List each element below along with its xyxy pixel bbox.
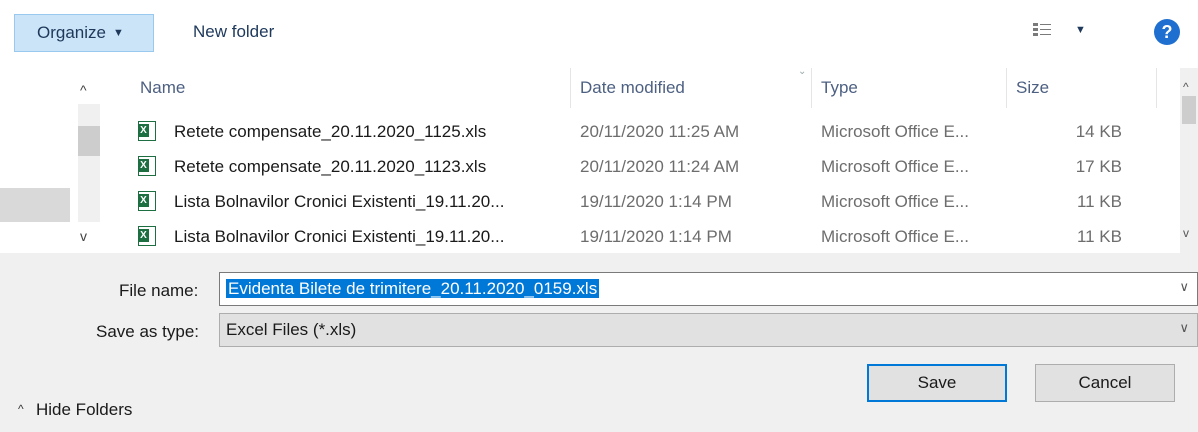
column-type[interactable]: Type — [821, 78, 858, 98]
caret-down-icon: ▼ — [112, 27, 124, 39]
file-name-value: Evidenta Bilete de trimitere_20.11.2020_… — [226, 279, 600, 298]
excel-file-icon — [138, 191, 156, 211]
save-type-label: Save as type: — [96, 322, 200, 341]
organize-label: Organize — [37, 23, 106, 42]
file-size: 11 KB — [1076, 227, 1122, 246]
scroll-up-icon[interactable]: ^ — [1183, 80, 1189, 94]
help-icon[interactable]: ? — [1154, 19, 1180, 45]
file-list-header: Name ⌄ Date modified Type Size — [108, 66, 1178, 108]
excel-file-icon — [138, 226, 156, 246]
nav-scroll-track[interactable] — [78, 104, 100, 222]
cancel-button[interactable]: Cancel — [1035, 364, 1175, 402]
file-date: 20/11/2020 11:25 AM — [580, 122, 740, 141]
file-type: Microsoft Office E... — [821, 122, 970, 141]
view-options-icon[interactable] — [1033, 22, 1051, 38]
chevron-down-icon[interactable]: ∨ — [1179, 320, 1189, 336]
file-date: 19/11/2020 1:14 PM — [580, 227, 732, 246]
nav-selected-item[interactable] — [0, 188, 70, 222]
file-date: 20/11/2020 11:24 AM — [580, 157, 740, 176]
chevron-down-icon[interactable]: v — [80, 228, 87, 244]
toolbar: Organize ▼ New folder ▼ ? — [0, 0, 1198, 68]
scroll-thumb[interactable] — [1182, 96, 1196, 124]
save-type-value: Excel Files (*.xls) — [226, 320, 357, 339]
file-name: Lista Bolnavilor Cronici Existenti_19.11… — [174, 192, 505, 211]
file-type: Microsoft Office E... — [821, 157, 970, 176]
column-date-modified[interactable]: Date modified — [580, 78, 685, 98]
new-folder-button[interactable]: New folder — [193, 22, 274, 42]
column-divider[interactable] — [570, 68, 571, 108]
file-row[interactable]: Lista Bolnavilor Cronici Existenti_19.11… — [108, 187, 1178, 217]
file-name-label: File name: — [119, 281, 199, 300]
save-type-select[interactable]: Excel Files (*.xls) ∨ — [219, 313, 1198, 347]
file-name: Retete compensate_20.11.2020_1125.xls — [174, 122, 487, 141]
file-size: 17 KB — [1075, 157, 1122, 176]
column-divider[interactable] — [1006, 68, 1007, 108]
cancel-button-label: Cancel — [1078, 373, 1132, 392]
save-button-label: Save — [917, 373, 957, 392]
organize-button[interactable]: Organize ▼ — [14, 14, 154, 52]
file-name: Retete compensate_20.11.2020_1123.xls — [174, 157, 487, 176]
file-row[interactable]: Lista Bolnavilor Cronici Existenti_19.11… — [108, 222, 1178, 252]
file-date: 19/11/2020 1:14 PM — [580, 192, 732, 211]
file-size: 14 KB — [1075, 122, 1122, 141]
save-button[interactable]: Save — [867, 364, 1007, 402]
file-type: Microsoft Office E... — [821, 227, 970, 246]
file-size: 11 KB — [1076, 192, 1122, 211]
hide-folders-button[interactable]: Hide Folders — [36, 400, 132, 420]
column-divider[interactable] — [1156, 68, 1157, 108]
excel-file-icon — [138, 156, 156, 176]
sort-indicator-icon: ⌄ — [798, 66, 807, 77]
scroll-down-icon[interactable]: v — [1183, 226, 1189, 240]
chevron-up-icon[interactable]: ^ — [18, 402, 24, 416]
file-name-input[interactable]: Evidenta Bilete de trimitere_20.11.2020_… — [219, 272, 1198, 306]
file-name: Lista Bolnavilor Cronici Existenti_19.11… — [174, 227, 505, 246]
chevron-up-icon[interactable]: ^ — [80, 82, 87, 98]
column-name[interactable]: Name — [140, 78, 185, 98]
column-size[interactable]: Size — [1016, 78, 1049, 98]
excel-file-icon — [138, 121, 156, 141]
file-row[interactable]: Retete compensate_20.11.2020_1123.xls 20… — [108, 152, 1178, 182]
file-row[interactable]: Retete compensate_20.11.2020_1125.xls 20… — [108, 117, 1178, 147]
chevron-down-icon[interactable]: ∨ — [1179, 279, 1189, 295]
nav-scroll-thumb[interactable] — [78, 126, 100, 156]
column-divider[interactable] — [811, 68, 812, 108]
view-options-caret-icon[interactable]: ▼ — [1075, 24, 1086, 36]
file-type: Microsoft Office E... — [821, 192, 970, 211]
